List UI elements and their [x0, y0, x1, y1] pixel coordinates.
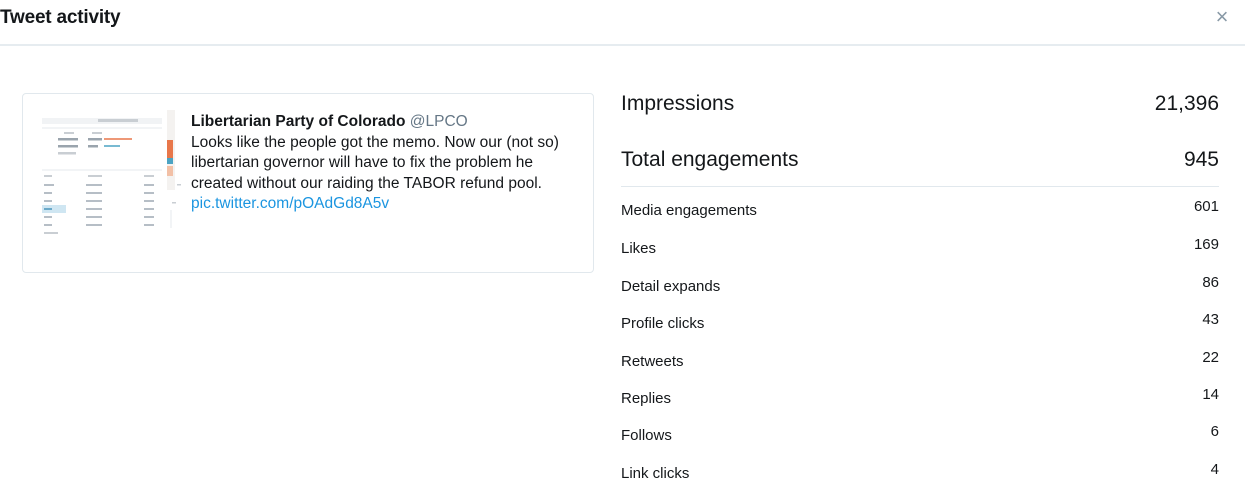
stat-value: 14 — [1202, 386, 1219, 403]
stat-label: Replies — [621, 390, 672, 407]
author-name[interactable]: Libertarian Party of Colorado — [191, 113, 405, 130]
tweet-activity-modal: Tweet activity × Libertarian Party of Co… — [0, 0, 1245, 487]
close-button[interactable]: × — [1211, 6, 1233, 28]
stat-value: 4 — [1210, 461, 1219, 478]
stat-row-likes: Likes 169 — [621, 236, 1219, 260]
tweet-media-link[interactable]: pic.twitter.com/pOAdGd8A5v — [191, 194, 586, 215]
modal-header: Tweet activity × — [0, 0, 1245, 46]
stat-label: Follows — [621, 427, 672, 444]
total-engagements-row: Total engagements 945 — [621, 148, 1219, 178]
tweet-text: Looks like the people got the memo. Now … — [191, 133, 559, 192]
stat-row-link-clicks: Link clicks 4 — [621, 461, 1219, 485]
stat-row-follows: Follows 6 — [621, 423, 1219, 447]
stat-label: Profile clicks — [621, 315, 705, 332]
stat-label: Link clicks — [621, 465, 690, 482]
stats-divider — [621, 186, 1219, 187]
stat-label: Media engagements — [621, 202, 757, 219]
stat-row-detail-expands: Detail expands 86 — [621, 274, 1219, 298]
stat-row-media-engagements: Media engagements 601 — [621, 198, 1219, 222]
stat-value: 169 — [1193, 236, 1219, 253]
media-table-image — [36, 110, 164, 256]
impressions-label: Impressions — [621, 92, 735, 115]
stat-row-retweets: Retweets 22 — [621, 349, 1219, 373]
stat-row-profile-clicks: Profile clicks 43 — [621, 311, 1219, 335]
stat-value: 86 — [1202, 274, 1219, 291]
total-engagements-value: 945 — [1183, 148, 1219, 171]
impressions-value: 21,396 — [1154, 92, 1219, 115]
tweet-media-thumbnail[interactable] — [36, 110, 198, 256]
total-engagements-label: Total engagements — [621, 148, 799, 171]
stat-value: 43 — [1202, 311, 1219, 328]
impressions-row: Impressions 21,396 — [621, 92, 1219, 122]
stat-label: Detail expands — [621, 278, 721, 295]
close-icon: × — [1215, 4, 1229, 29]
stat-row-replies: Replies 14 — [621, 386, 1219, 410]
author-handle[interactable]: @LPCO — [410, 113, 468, 130]
stat-label: Likes — [621, 240, 657, 257]
tweet-content: Libertarian Party of Colorado @LPCO Look… — [191, 112, 586, 215]
stat-value: 22 — [1202, 349, 1219, 366]
tweet-card[interactable]: Libertarian Party of Colorado @LPCO Look… — [22, 93, 594, 273]
media-image-primary — [36, 110, 164, 256]
modal-title: Tweet activity — [0, 7, 121, 28]
stat-value: 601 — [1193, 198, 1219, 215]
stat-value: 6 — [1210, 423, 1219, 440]
stat-label: Retweets — [621, 353, 684, 370]
